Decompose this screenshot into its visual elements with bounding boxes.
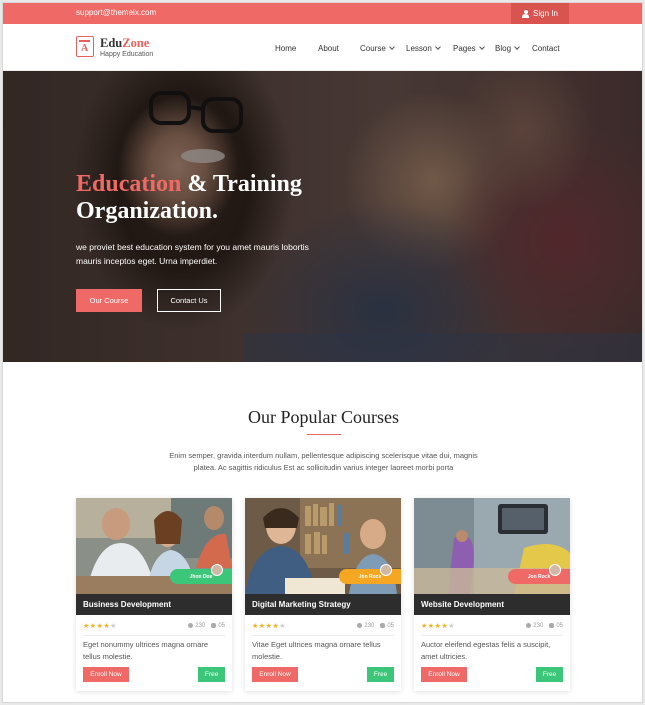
- author-name: Jhon Doe: [189, 573, 213, 580]
- enroll-now-button[interactable]: Enroll Now: [421, 667, 467, 682]
- page-frame: support@themeix.com Sign In A EduZone Ha…: [2, 2, 643, 703]
- author-name: Jon Rock: [358, 573, 382, 580]
- course-card[interactable]: Jon Rock Digital Marketing Strategy ★★★★…: [245, 498, 401, 691]
- logo-text[interactable]: EduZone: [100, 37, 149, 50]
- nav-label: About: [318, 44, 339, 53]
- comments-value: 05: [218, 623, 225, 630]
- nav-item-home[interactable]: Home: [275, 44, 296, 53]
- course-description: Eget nonummy ultrices magna ornare tellu…: [83, 640, 209, 661]
- nav-label: Contact: [532, 44, 560, 53]
- logo-name-zone: Zone: [122, 36, 150, 50]
- students-count: 230: [357, 623, 374, 629]
- course-title[interactable]: Website Development: [414, 594, 570, 615]
- logo-name-edu: Edu: [100, 36, 123, 50]
- our-course-button[interactable]: Our Course: [76, 289, 142, 312]
- top-bar: support@themeix.com Sign In: [3, 3, 642, 24]
- nav-label: Lesson: [406, 44, 432, 53]
- students-value: 230: [533, 623, 544, 630]
- nav-item-contact[interactable]: Contact: [532, 44, 560, 53]
- nav-item-blog[interactable]: Blog: [495, 44, 520, 53]
- chevron-down-icon: [388, 44, 395, 50]
- hero-title: Education & Training Organization.: [76, 171, 336, 225]
- rating-stars: ★★★★★: [421, 623, 455, 630]
- nav-item-lesson[interactable]: Lesson: [406, 44, 441, 53]
- chevron-down-icon: [434, 44, 441, 50]
- user-icon: [188, 623, 194, 628]
- students-count: 230: [188, 623, 205, 629]
- sign-in-button[interactable]: Sign In: [511, 3, 569, 24]
- book-logo-icon[interactable]: A: [76, 36, 94, 57]
- comment-icon: [549, 623, 555, 628]
- course-description: Vitae Eget ultrices magna ornare tellus …: [252, 640, 381, 661]
- nav-label: Pages: [453, 44, 476, 53]
- site-header: A EduZone Happy Education Home About Cou…: [3, 24, 642, 71]
- course-card[interactable]: Jon Rock Website Development ★★★★★ 230 0…: [414, 498, 570, 691]
- course-meta: ★★★★★ 230 05: [252, 622, 394, 632]
- course-stats: 230 05: [526, 623, 563, 629]
- comment-icon: [211, 623, 217, 628]
- comments-value: 05: [556, 623, 563, 630]
- price-badge[interactable]: Free: [536, 667, 563, 682]
- nav-label: Course: [360, 44, 386, 53]
- user-icon: [526, 623, 532, 628]
- author-avatar: [380, 564, 392, 576]
- course-card[interactable]: Jhon Doe Business Development ★★★★★ 230 …: [76, 498, 232, 691]
- comment-icon: [380, 623, 386, 628]
- courses-section-title: Our Popular Courses: [248, 407, 399, 427]
- comments-count: 05: [380, 623, 394, 629]
- chevron-down-icon: [514, 44, 520, 50]
- price-badge[interactable]: Free: [367, 667, 394, 682]
- course-description: Auctor eleifend egestas felis a suscipit…: [421, 640, 551, 661]
- enroll-now-button[interactable]: Enroll Now: [83, 667, 129, 682]
- nav-label: Home: [275, 44, 297, 53]
- comments-value: 05: [387, 623, 394, 630]
- rating-stars: ★★★★★: [252, 623, 286, 630]
- chevron-down-icon: [478, 44, 485, 50]
- hero-banner: Education & Training Organization. we pr…: [3, 71, 642, 362]
- user-icon: [522, 9, 530, 18]
- hero-content: Education & Training Organization. we pr…: [76, 171, 336, 268]
- sign-in-label: Sign In: [533, 9, 558, 18]
- logo-tagline: Happy Education: [100, 51, 154, 58]
- course-stats: 230 05: [357, 623, 394, 629]
- hero-title-accent: Education: [76, 171, 182, 197]
- hero-text: we proviet best education system for you…: [76, 242, 309, 266]
- card-divider: [252, 635, 394, 636]
- students-value: 230: [195, 623, 206, 630]
- course-image[interactable]: Jon Rock: [245, 498, 401, 594]
- course-title[interactable]: Business Development: [76, 594, 232, 615]
- card-divider: [83, 635, 225, 636]
- nav-item-course[interactable]: Course: [360, 44, 395, 53]
- author-avatar: [211, 564, 223, 576]
- support-email[interactable]: support@themeix.com: [76, 8, 156, 17]
- contact-us-button[interactable]: Contact Us: [157, 289, 221, 312]
- comments-count: 05: [211, 623, 225, 629]
- rating-stars: ★★★★★: [83, 623, 117, 630]
- nav-item-about[interactable]: About: [318, 44, 339, 53]
- course-meta: ★★★★★ 230 05: [83, 622, 225, 632]
- enroll-now-button[interactable]: Enroll Now: [252, 667, 298, 682]
- students-count: 230: [526, 623, 543, 629]
- students-value: 230: [364, 623, 375, 630]
- course-meta: ★★★★★ 230 05: [421, 622, 563, 632]
- author-name: Jon Rock: [527, 573, 551, 580]
- course-title[interactable]: Digital Marketing Strategy: [245, 594, 401, 615]
- logo-icon-letter: A: [81, 43, 89, 54]
- course-image[interactable]: Jhon Doe: [76, 498, 232, 594]
- courses-section-description: Enim semper, gravida interdum nullam, pe…: [169, 451, 478, 472]
- nav-item-pages[interactable]: Pages: [453, 44, 485, 53]
- user-icon: [357, 623, 363, 628]
- price-badge[interactable]: Free: [198, 667, 225, 682]
- title-underline: [307, 434, 341, 435]
- card-divider: [421, 635, 563, 636]
- course-image[interactable]: Jon Rock: [414, 498, 570, 594]
- comments-count: 05: [549, 623, 563, 629]
- nav-label: Blog: [495, 44, 512, 53]
- author-avatar: [549, 564, 561, 576]
- course-stats: 230 05: [188, 623, 225, 629]
